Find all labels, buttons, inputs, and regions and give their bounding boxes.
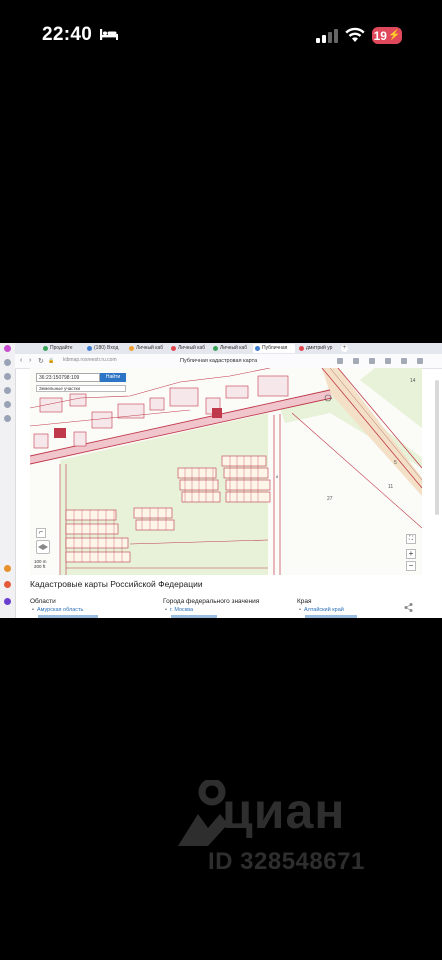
cian-logo-text: циан xyxy=(222,783,346,839)
zoom-in-button[interactable]: + xyxy=(406,549,416,559)
url-field[interactable]: kibmap.rosreestr.ru.com xyxy=(59,356,143,365)
bookmark-star-icon[interactable] xyxy=(337,358,343,364)
listing-id: ID 328548671 xyxy=(208,848,365,875)
cian-logo-icon xyxy=(178,780,228,846)
browser-screenshot: Продайте (180) Вход Личный каб Личный ка… xyxy=(0,343,442,618)
parcel-label: 11 xyxy=(388,484,393,490)
tool-icon[interactable]: ⌐ xyxy=(36,528,46,538)
column-title-regions: Области xyxy=(30,598,56,605)
download-icon[interactable] xyxy=(369,358,375,364)
menu-icon[interactable] xyxy=(417,358,423,364)
status-bar: 22:40 19 ⚡ xyxy=(0,0,442,70)
status-time: 22:40 xyxy=(42,24,93,45)
parcel-label: 5 xyxy=(394,460,397,466)
link-region[interactable]: Амурская область xyxy=(32,607,83,613)
zoom-out-button[interactable]: − xyxy=(406,561,416,571)
cadastral-map[interactable]: 27 11 5 14 8 36:23:150798:109 Найти Земе… xyxy=(30,368,422,575)
tab-2[interactable]: (180) Вход xyxy=(85,344,125,353)
link-city[interactable]: г. Москва xyxy=(165,607,193,613)
building xyxy=(149,397,165,411)
link-cut-off[interactable] xyxy=(305,615,357,618)
back-button[interactable]: ‹ xyxy=(20,357,22,364)
building xyxy=(33,433,49,449)
reload-button[interactable]: ↻ xyxy=(38,357,44,365)
layers-glyph xyxy=(38,544,48,550)
tab-3[interactable]: Личный каб xyxy=(127,344,167,353)
map-canvas[interactable]: 27 11 5 14 8 xyxy=(30,368,422,575)
download-icon[interactable] xyxy=(4,387,11,394)
page-title: Публичная кадастровая карта xyxy=(180,358,258,364)
tab-7[interactable]: дмитрий ур xyxy=(297,344,337,353)
app-purple-icon[interactable] xyxy=(4,598,11,605)
collections-icon[interactable] xyxy=(4,415,11,422)
tab-favicon xyxy=(213,346,218,351)
scrollbar[interactable] xyxy=(435,380,439,515)
battery-charging-icon: 19 ⚡ xyxy=(372,27,402,44)
address-bar: ‹ › ↻ 🔒 kibmap.rosreestr.ru.com Публична… xyxy=(15,354,442,369)
tab-favicon xyxy=(129,346,134,351)
tab-favicon xyxy=(299,346,304,351)
tab-5[interactable]: Личный каб xyxy=(211,344,251,353)
forward-button[interactable]: › xyxy=(29,357,31,364)
search-input[interactable]: 36:23:150798:109 xyxy=(36,373,100,382)
building xyxy=(225,385,249,399)
signal-icon xyxy=(316,29,338,43)
building-filled xyxy=(54,428,66,438)
tab-favicon xyxy=(43,346,48,351)
tab-favicon xyxy=(255,346,260,351)
app-red-icon[interactable] xyxy=(4,581,11,588)
scale-bar: 100 m 200 ft xyxy=(34,559,47,569)
find-button[interactable]: Найти xyxy=(100,373,126,382)
building xyxy=(91,411,113,429)
parcel-label: 27 xyxy=(327,496,333,502)
layer-dropdown[interactable]: Земельные участки xyxy=(36,385,126,392)
extensions-icon[interactable] xyxy=(353,358,359,364)
battery-level: 19 xyxy=(373,28,387,43)
fullscreen-button[interactable]: ⛶ xyxy=(406,534,416,544)
building xyxy=(73,431,87,447)
tab-favicon xyxy=(171,346,176,351)
lock-icon: 🔒 xyxy=(48,358,55,364)
column-title-krai: Края xyxy=(297,598,312,605)
building xyxy=(257,375,289,397)
wifi-icon xyxy=(345,27,365,42)
link-cut-off[interactable] xyxy=(38,615,98,618)
building xyxy=(169,387,199,407)
share-icon[interactable] xyxy=(404,603,413,612)
browser-sidebar xyxy=(0,343,16,618)
building-filled xyxy=(212,408,222,418)
building xyxy=(69,393,87,407)
building xyxy=(39,397,63,413)
column-title-cities: Города федерального значения xyxy=(163,598,260,605)
tab-4[interactable]: Личный каб xyxy=(169,344,209,353)
link-krai[interactable]: Алтайский край xyxy=(299,607,344,613)
history-icon[interactable] xyxy=(4,373,11,380)
note-icon[interactable] xyxy=(4,401,11,408)
app-orange-icon[interactable] xyxy=(4,565,11,572)
cian-watermark: циан ID 328548671 xyxy=(178,776,408,886)
settings-icon[interactable] xyxy=(401,358,407,364)
parcel-label: 14 xyxy=(410,378,416,384)
profile-icon[interactable] xyxy=(4,345,11,352)
tab-active[interactable]: Публичная xyxy=(253,344,295,353)
layers-icon[interactable] xyxy=(36,540,50,554)
link-cut-off[interactable] xyxy=(171,615,217,618)
section-heading: Кадастровые карты Российской Федерации xyxy=(30,579,203,589)
tab-favicon xyxy=(87,346,92,351)
bookmark-icon[interactable] xyxy=(4,359,11,366)
bed-icon xyxy=(100,29,118,40)
share-icon[interactable] xyxy=(385,358,391,364)
new-tab-button[interactable]: + xyxy=(341,345,348,352)
tab-1[interactable]: Продайте xyxy=(41,344,81,353)
scale-feet: 200 ft xyxy=(34,564,46,569)
